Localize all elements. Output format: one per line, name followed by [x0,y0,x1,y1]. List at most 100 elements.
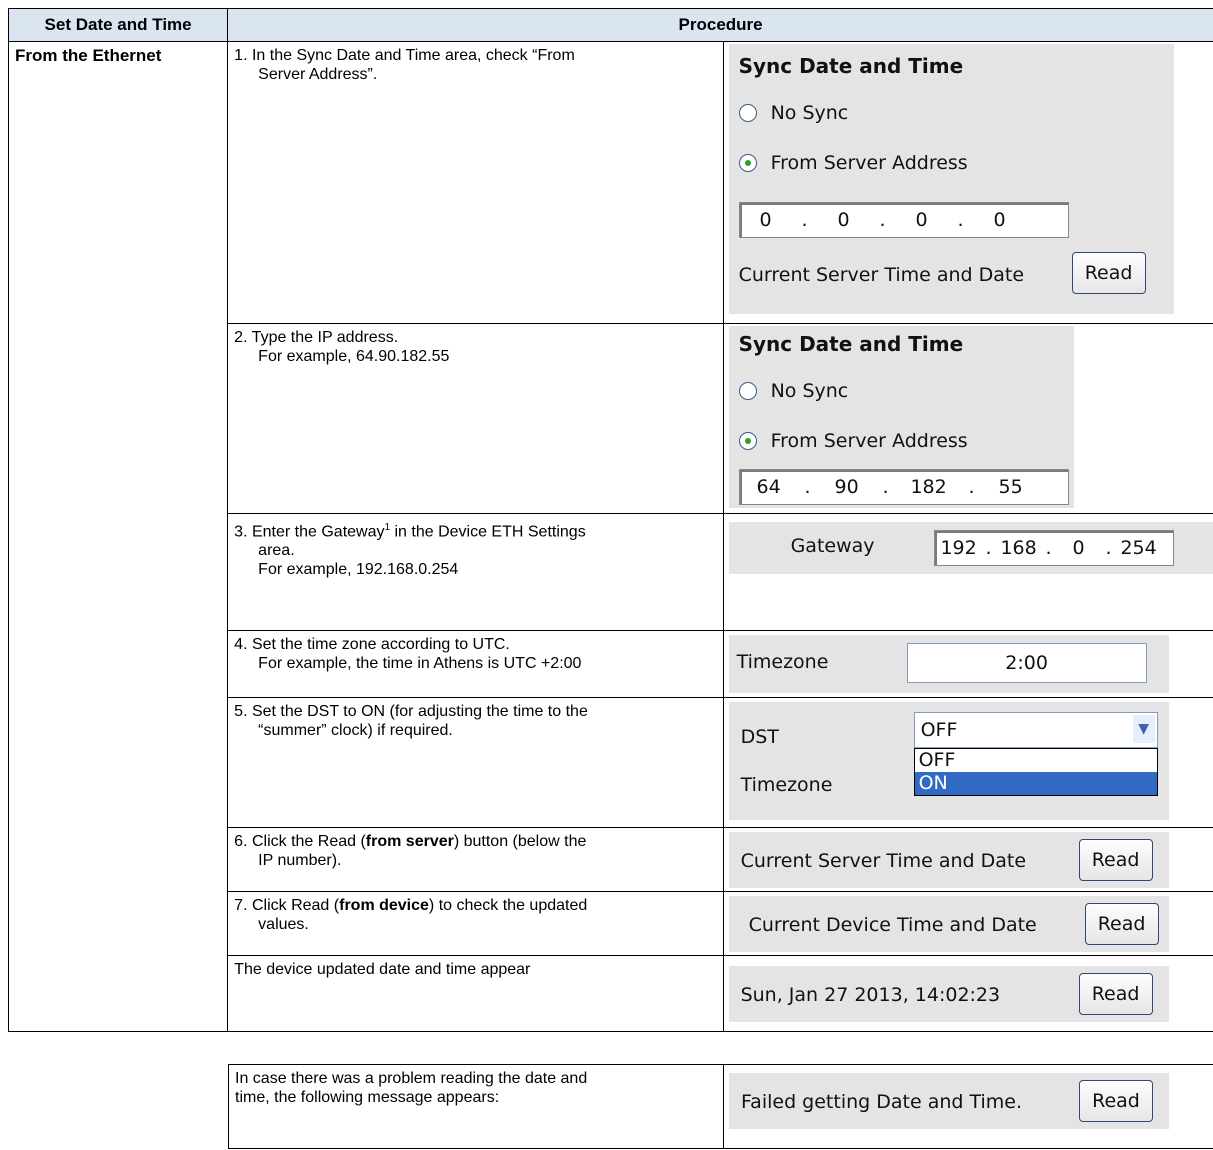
step-text: ) to check the updated [428,897,588,914]
radio-no-sync[interactable]: No Sync [738,380,849,402]
ip-dot: . [879,209,886,231]
radio-label: No Sync [770,380,849,402]
timezone-label: Timezone [736,651,829,673]
ip-octet: 192 [940,537,977,559]
ip-dot: . [1105,537,1112,559]
radio-no-sync[interactable]: No Sync [738,102,849,124]
step-1: 1. In the Sync Date and Time area, check… [227,41,724,324]
read-button[interactable]: Read [1079,1080,1153,1122]
footer-text-cont: time, the following message appears: [235,1089,500,1106]
step-bold: from server [365,833,454,850]
read-button[interactable]: Read [1078,973,1153,1015]
step-text-cont: Server Address”. [258,66,378,83]
screenshot-sync-2: Sync Date and Time No Sync From Server A… [722,323,1213,514]
ip-octet: 0 [1072,537,1085,559]
step-result: The device updated date and time appear [227,955,724,1032]
sync-panel: Sync Date and Time No Sync From Server A… [728,326,1074,508]
step-text-cont: IP number). [258,852,342,869]
radio-label: No Sync [770,102,849,124]
chevron-down-icon[interactable]: ▼ [1132,715,1155,743]
ip-dot: . [957,209,964,231]
step-num: 4. [234,636,248,653]
dst-select[interactable]: OFF ▼ [913,712,1158,748]
current-server-label: Current Server Time and Date [738,264,1025,286]
step-text: in the Device ETH Settings [390,523,586,541]
header-procedure: Procedure [227,8,1213,42]
ip-dot: . [1045,537,1052,559]
server-ip-input[interactable]: 64 . 90 . 182 . 55 [738,469,1069,505]
timezone-label: Timezone [740,774,833,796]
radio-icon [738,104,757,122]
error-panel: Failed getting Date and Time. Read [729,1073,1169,1129]
table-row: In case there was a problem reading the … [228,1064,1213,1149]
read-device-button[interactable]: Read [1084,903,1159,945]
current-device-label: Current Device Time and Date [748,914,1037,936]
ip-dot: . [882,476,889,498]
timezone-input[interactable]: 2:00 [906,643,1147,683]
step-text: In the Sync Date and Time area, check “F… [251,47,575,64]
step-text: Click the Read ( [251,833,366,850]
radio-icon [738,382,757,400]
sync-panel: Sync Date and Time No Sync From Server A… [728,44,1174,314]
radio-selected-icon [738,432,757,450]
screenshot-error: Failed getting Date and Time. Read [723,1064,1213,1149]
gateway-input[interactable]: 192 . 168 . 0 . 254 [933,530,1174,566]
radio-label: From Server Address [770,152,968,174]
current-server-label: Current Server Time and Date [740,850,1027,872]
step-text-cont: “summer” clock) if required. [258,722,453,739]
radio-selected-icon [738,154,757,172]
screenshot-read-device: Current Device Time and Date Read [722,891,1213,956]
ip-octet: 182 [910,476,947,498]
screenshot-timezone: Timezone 2:00 [722,630,1213,698]
read-server-button[interactable]: Read [1071,252,1146,294]
dst-option-off[interactable]: OFF [915,749,1157,772]
screenshot-device-datetime: Sun, Jan 27 2013, 14:02:23 Read [722,955,1213,1032]
step-bold: from device [339,897,429,914]
ip-dot: . [968,476,975,498]
step-text: ) button (below the [453,833,587,850]
step-num: 2. [234,329,248,346]
read-device-panel: Current Device Time and Date Read [728,896,1169,952]
ip-octet: 0 [759,209,772,231]
step-text-cont: For example, 64.90.182.55 [258,348,450,365]
step-num: 5. [234,703,248,720]
step-num: 7. [234,897,248,914]
sync-title: Sync Date and Time [738,54,964,78]
step-6: 6. Click the Read (from server) button (… [227,827,724,892]
step-7: 7. Click Read (from device) to check the… [227,891,724,956]
ip-octet: 55 [998,476,1023,498]
screenshot-read-server: Current Server Time and Date Read [722,827,1213,892]
table-header-row: Set Date and Time Procedure [7,8,1213,42]
step-num: 1. [234,47,248,64]
dst-label: DST [740,726,779,748]
step-3: 3. Enter the Gateway1 in the Device ETH … [227,513,724,631]
ip-dot: . [801,209,808,231]
procedure-table: Set Date and Time Procedure From the Eth… [7,8,1213,1032]
read-server-panel: Current Server Time and Date Read [728,832,1169,888]
step-num: 3. [234,523,248,541]
timezone-panel: Timezone 2:00 [728,635,1169,693]
ip-octet: 0 [837,209,850,231]
sync-title: Sync Date and Time [738,332,964,356]
ip-dot: . [985,537,992,559]
dst-selected-value: OFF [920,719,958,741]
footer-text: In case there was a problem reading the … [235,1070,588,1087]
dst-option-on[interactable]: ON [914,772,1157,795]
screenshot-sync-1: Sync Date and Time No Sync From Server A… [722,41,1213,324]
ip-octet: 0 [915,209,928,231]
step-text: Set the time zone according to UTC. [251,636,510,653]
ip-octet: 90 [834,476,859,498]
device-datetime-panel: Sun, Jan 27 2013, 14:02:23 Read [728,966,1169,1022]
step-text-cont: For example, 192.168.0.254 [258,561,459,579]
method-cell: From the Ethernet [7,41,229,1032]
table-row: From the Ethernet 1. In the Sync Date an… [7,41,1213,1032]
error-message: Failed getting Date and Time. [741,1091,1023,1113]
device-datetime-value: Sun, Jan 27 2013, 14:02:23 [740,984,1001,1006]
server-ip-input[interactable]: 0 . 0 . 0 . 0 [738,202,1069,238]
radio-from-server[interactable]: From Server Address [738,430,968,452]
read-server-button[interactable]: Read [1078,839,1153,881]
radio-from-server[interactable]: From Server Address [738,152,968,174]
error-table: In case there was a problem reading the … [228,1064,1213,1149]
step-text-cont: values. [258,916,309,933]
step-text: Enter the Gateway [251,523,385,541]
